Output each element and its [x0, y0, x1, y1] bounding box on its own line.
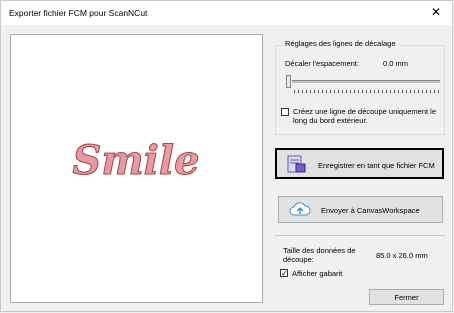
close-button[interactable]: Fermer [369, 289, 444, 305]
checkmark-icon: ✓ [281, 269, 288, 278]
offset-settings-title: Réglages des lignes de décalage [283, 39, 398, 48]
window-title: Exporter fichier FCM pour ScanNCut [9, 8, 148, 18]
show-template-checkbox[interactable]: ✓ [280, 269, 288, 278]
separator [275, 235, 445, 236]
preview-text: Smile [72, 137, 199, 184]
offset-value: 0.0 mm [383, 59, 409, 68]
cut-size-value: 85.0 x 26.0 mm [376, 251, 428, 260]
slider-ticks [294, 90, 439, 93]
cut-size-label-line1: Taille des données de [283, 246, 356, 255]
save-fcm-label: Enregistrer en tant que fichier FCM [318, 161, 435, 170]
outer-edge-checkbox[interactable] [281, 108, 289, 116]
preview-drawing: Smile [72, 137, 200, 185]
offset-label: Décaler l'espacement: [285, 59, 359, 68]
slider-track [292, 80, 440, 83]
title-bar: Exporter fichier FCM pour ScanNCut ✕ [1, 1, 452, 25]
outer-edge-label-line2: long du bord extérieur. [293, 116, 368, 125]
send-canvasworkspace-label: Envoyer à CanvasWorkspace [321, 206, 420, 215]
show-template-label: Afficher gabarit [292, 269, 343, 278]
offset-slider[interactable] [284, 72, 442, 96]
export-fcm-dialog: Exporter fichier FCM pour ScanNCut ✕ Smi… [0, 0, 453, 312]
slider-thumb[interactable] [286, 75, 291, 88]
cut-size-label-line2: découpe: [283, 255, 314, 264]
save-fcm-button[interactable]: Enregistrer en tant que fichier FCM [275, 148, 444, 179]
send-canvasworkspace-button[interactable]: Envoyer à CanvasWorkspace [278, 196, 443, 223]
close-icon[interactable]: ✕ [428, 4, 444, 20]
preview-canvas: Smile [10, 34, 263, 303]
fcm-file-icon [287, 155, 306, 173]
cloud-upload-icon [289, 202, 311, 216]
outer-edge-label-line1: Créez une ligne de découpe uniquement le [293, 107, 437, 116]
close-button-label: Fermer [394, 293, 419, 302]
